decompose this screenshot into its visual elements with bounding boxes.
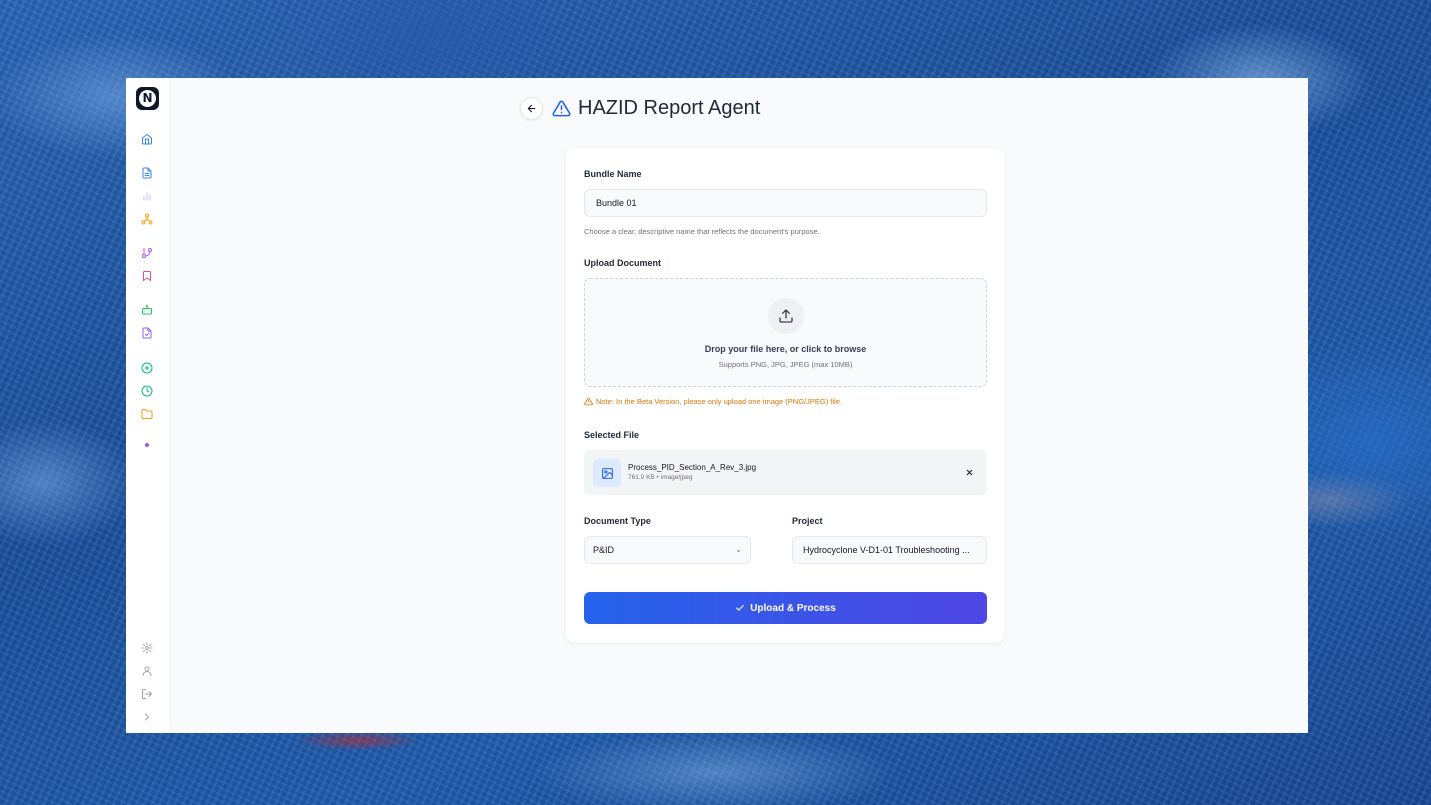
project-select[interactable]: Hydrocyclone V-D1-01 Troubleshooting ... [792, 536, 987, 564]
chevron-down-icon: ⌄ [735, 545, 742, 554]
bundle-name-label: Bundle Name [584, 169, 642, 179]
remove-file-button[interactable] [963, 466, 975, 478]
file-dropzone[interactable]: Drop your file here, or click to browse … [584, 278, 987, 387]
home-icon[interactable] [141, 133, 153, 145]
app-logo[interactable]: N [136, 87, 159, 110]
check-icon [736, 604, 745, 611]
project-label: Project [792, 516, 823, 526]
beta-note-text: Note: In the Beta Version, please only u… [596, 397, 842, 406]
page-title: HAZID Report Agent [578, 97, 761, 119]
upload-form-card: Bundle Name Bundle 01 Choose a clear, de… [565, 148, 1005, 643]
network-icon[interactable] [141, 213, 153, 225]
document-type-value: P&ID [593, 545, 615, 555]
bar-chart-icon[interactable] [141, 190, 153, 202]
git-branch-icon[interactable] [141, 247, 153, 259]
upload-icon [779, 309, 793, 323]
settings-icon[interactable] [141, 642, 153, 654]
selected-file-row: Process_PID_Section_A_Rev_3.jpg 761.0 KB… [584, 450, 987, 495]
warning-triangle-icon [552, 100, 571, 117]
bot-icon[interactable] [141, 304, 153, 316]
document-type-label: Document Type [584, 516, 651, 526]
logout-icon[interactable] [141, 688, 153, 700]
beta-note: Note: In the Beta Version, please only u… [584, 397, 842, 406]
dropzone-subtitle: Supports PNG, JPG, JPEG (max 10MB) [718, 360, 853, 369]
dropzone-title: Drop your file here, or click to browse [704, 344, 867, 354]
folder-icon[interactable] [141, 408, 153, 420]
upload-process-label: Upload & Process [750, 602, 836, 614]
upload-document-label: Upload Document [584, 258, 662, 268]
file-meta: 761.0 KB • image/jpeg [628, 474, 693, 481]
sidebar: N [126, 78, 171, 733]
back-button[interactable] [520, 97, 543, 120]
logo-letter: N [139, 90, 156, 107]
upload-process-button[interactable]: Upload & Process [584, 592, 987, 624]
bundle-name-helper: Choose a clear, descriptive name that re… [584, 227, 820, 236]
project-value: Hydrocyclone V-D1-01 Troubleshooting ... [803, 545, 970, 555]
bundle-name-input[interactable]: Bundle 01 [584, 189, 987, 217]
arrow-left-icon [527, 104, 536, 113]
warning-icon [584, 397, 593, 406]
document-icon[interactable] [141, 167, 153, 179]
main-content: HAZID Report Agent Bundle Name Bundle 01… [171, 78, 1308, 733]
close-icon [966, 469, 972, 475]
file-name: Process_PID_Section_A_Rev_3.jpg [628, 463, 757, 472]
app-window: N HAZID Report Agent Bundle Name Bundle … [126, 78, 1308, 733]
bookmark-icon[interactable] [141, 270, 153, 282]
chevron-right-icon[interactable] [141, 711, 153, 723]
upload-icon-circle [768, 298, 804, 334]
plus-circle-icon[interactable] [141, 362, 153, 374]
document-type-select[interactable]: P&ID ⌄ [584, 536, 751, 564]
dot-icon[interactable] [141, 439, 153, 451]
image-file-icon [593, 459, 621, 487]
clock-icon[interactable] [141, 385, 153, 397]
page-header: HAZID Report Agent [520, 97, 760, 120]
file-check-icon[interactable] [141, 327, 153, 339]
user-icon[interactable] [141, 665, 153, 677]
selected-file-label: Selected File [584, 430, 640, 440]
